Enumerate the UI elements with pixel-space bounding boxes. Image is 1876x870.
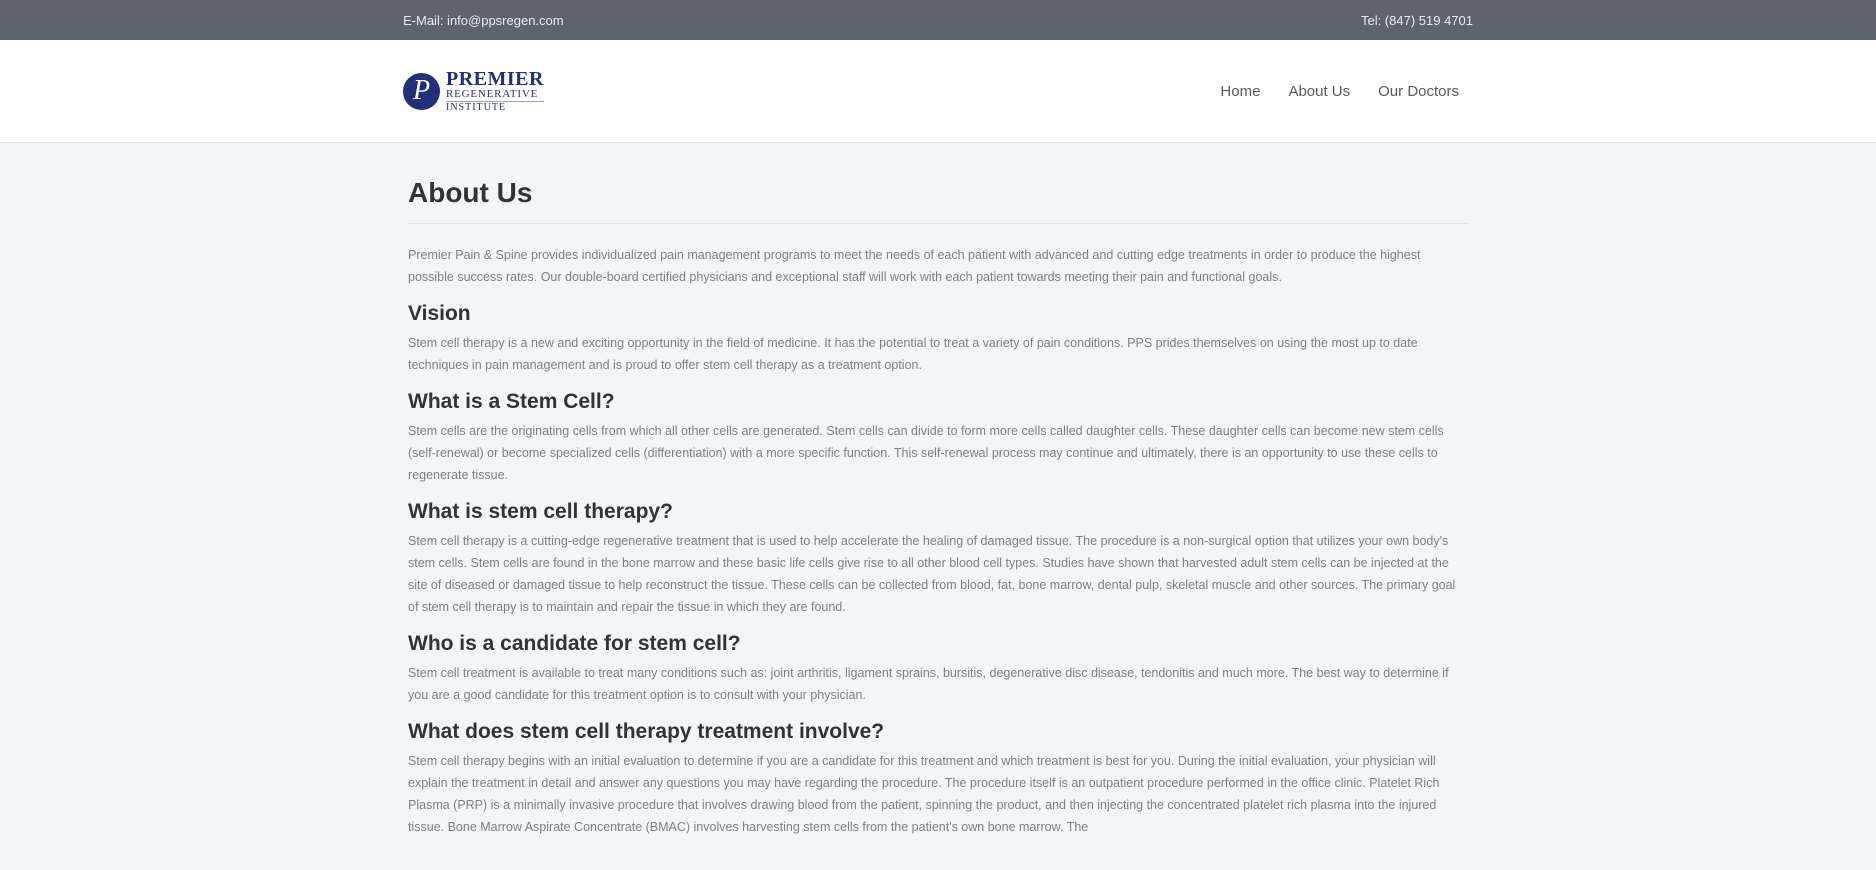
nav-home[interactable]: Home — [1220, 83, 1260, 100]
section-text-therapy: Stem cell therapy is a cutting-edge rege… — [408, 534, 1456, 614]
logo-mark-icon: P — [403, 72, 440, 110]
site-header: P PREMIER REGENERATIVE INSTITUTE Home Ab… — [0, 40, 1876, 143]
intro-paragraph: Premier Pain & Spine provides individual… — [408, 248, 1421, 284]
section-text-treatment: Stem cell therapy begins with an initial… — [408, 754, 1440, 834]
logo-wordmark: PREMIER REGENERATIVE INSTITUTE — [446, 69, 544, 113]
top-contact-bar: E-Mail: info@ppsregen.com Tel: (847) 519… — [0, 0, 1876, 40]
main-nav: Home About Us Our Doctors — [1220, 83, 1459, 100]
section-text-stem-cell: Stem cells are the originating cells fro… — [408, 424, 1444, 482]
section-text-candidate: Stem cell treatment is available to trea… — [408, 666, 1449, 702]
site-logo[interactable]: P PREMIER REGENERATIVE INSTITUTE — [403, 69, 544, 113]
nav-our-doctors[interactable]: Our Doctors — [1378, 83, 1459, 100]
section-heading-treatment: What does stem cell therapy treatment in… — [408, 720, 885, 743]
nav-about-us[interactable]: About Us — [1288, 83, 1350, 100]
contact-email[interactable]: E-Mail: info@ppsregen.com — [403, 13, 564, 28]
logo-line-1: PREMIER — [446, 68, 544, 90]
logo-line-2: REGENERATIVE — [446, 88, 539, 100]
section-heading-stem-cell: What is a Stem Cell? — [408, 390, 615, 413]
page-title: About Us — [408, 177, 1468, 224]
section-heading-candidate: Who is a candidate for stem cell? — [408, 632, 741, 655]
section-heading-vision: Vision — [408, 302, 471, 325]
section-text-vision: Stem cell therapy is a new and exciting … — [408, 336, 1418, 372]
section-heading-therapy: What is stem cell therapy? — [408, 500, 673, 523]
contact-phone[interactable]: Tel: (847) 519 4701 — [1361, 13, 1473, 28]
main-content: About Us Premier Pain & Spine provides i… — [408, 143, 1468, 838]
logo-line-3: INSTITUTE — [446, 101, 544, 113]
